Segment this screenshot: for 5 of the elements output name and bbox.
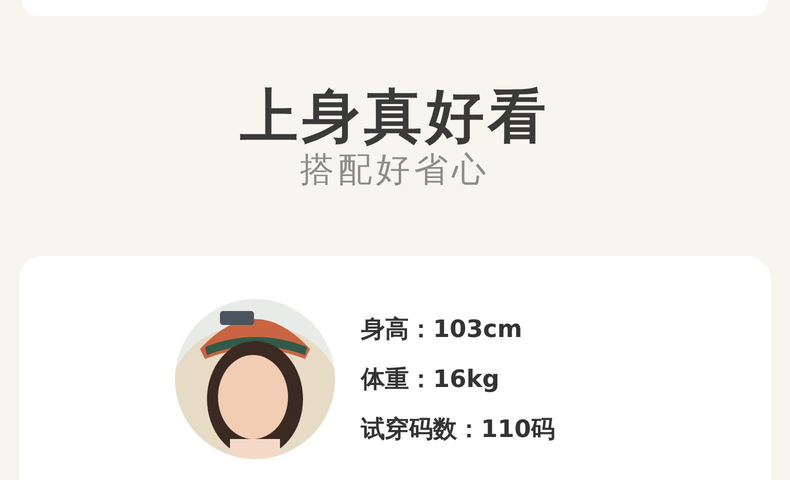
section-title: 上身真好看 [240, 82, 550, 150]
spec-text: 体重：16kg [360, 364, 500, 395]
spec-text: 身高：103cm [360, 314, 524, 345]
spec-text: 试穿码数：110码 [360, 414, 556, 445]
section-subtitle: 搭配好省心 [300, 150, 490, 190]
